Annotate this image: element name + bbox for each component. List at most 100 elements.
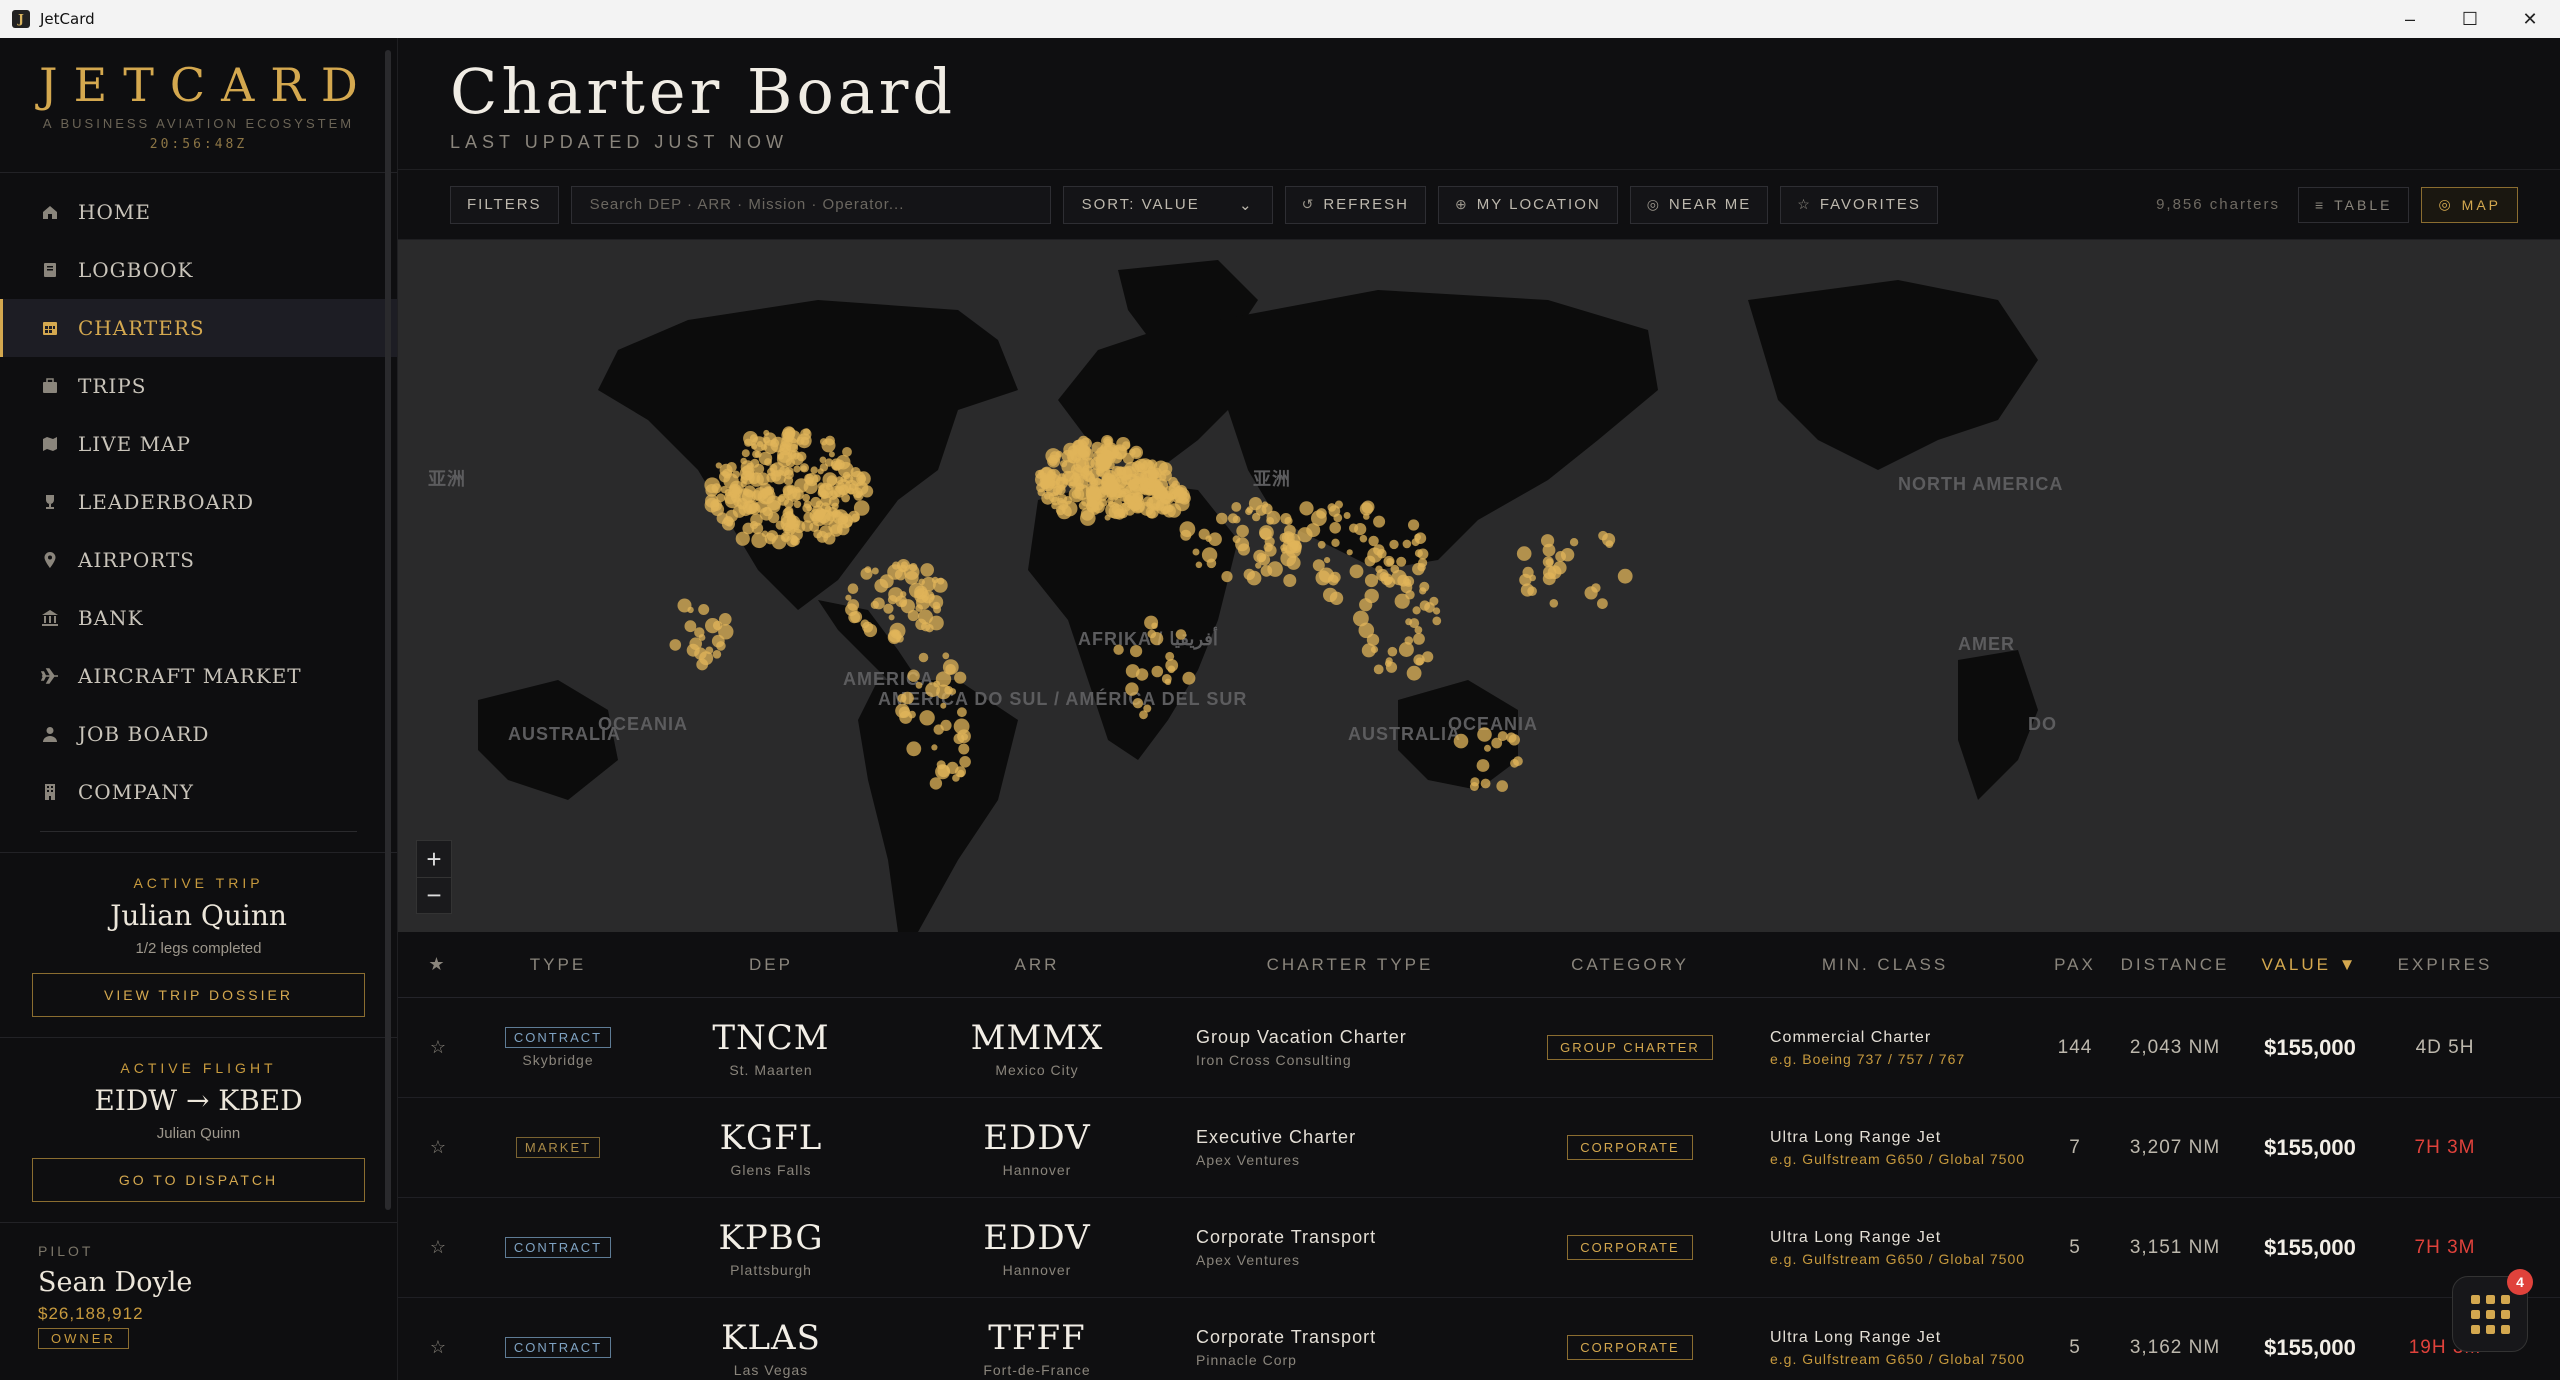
charter-marker[interactable]: [1299, 501, 1314, 516]
sort-select[interactable]: SORT: VALUE ⌄: [1062, 185, 1273, 224]
charter-marker[interactable]: [1195, 561, 1203, 569]
charter-marker[interactable]: [952, 774, 960, 782]
charter-marker[interactable]: [845, 594, 852, 601]
charter-marker[interactable]: [1180, 529, 1192, 541]
table-row[interactable]: ☆ CONTRACT Skybridge TNCM St. Maarten MMMX…: [398, 998, 2560, 1098]
charter-marker[interactable]: [1084, 457, 1095, 469]
charter-marker[interactable]: [802, 493, 810, 502]
charter-marker[interactable]: [1175, 484, 1188, 497]
nav-leaderboard[interactable]: LEADERBOARD: [0, 473, 397, 531]
charter-marker[interactable]: [1353, 610, 1369, 627]
charter-marker[interactable]: [1151, 665, 1164, 678]
charter-marker[interactable]: [799, 463, 809, 473]
charter-marker[interactable]: [726, 462, 737, 473]
charter-marker[interactable]: [793, 500, 802, 509]
charter-marker[interactable]: [1323, 587, 1338, 603]
charter-marker[interactable]: [1386, 558, 1394, 566]
charter-marker[interactable]: [907, 669, 920, 682]
charter-marker[interactable]: [1297, 527, 1313, 543]
charter-marker[interactable]: [958, 743, 970, 755]
charter-marker[interactable]: [891, 561, 901, 570]
map-view-button[interactable]: ◎ MAP: [2421, 186, 2518, 223]
charter-marker[interactable]: [897, 693, 907, 703]
charter-marker[interactable]: [1261, 503, 1273, 515]
charter-marker[interactable]: [1051, 502, 1059, 510]
charter-marker[interactable]: [860, 567, 873, 580]
charter-marker[interactable]: [1324, 557, 1331, 564]
nav-aircraft-market[interactable]: AIRCRAFT MARKET: [0, 647, 397, 705]
favorite-star-icon[interactable]: ☆: [398, 1337, 478, 1358]
charter-marker[interactable]: [861, 485, 874, 498]
charter-marker[interactable]: [1543, 565, 1557, 580]
charter-marker[interactable]: [887, 630, 901, 644]
near-me-button[interactable]: ◎ NEAR ME: [1629, 185, 1769, 224]
nav-charters[interactable]: CHARTERS: [0, 299, 397, 357]
charter-marker[interactable]: [1476, 759, 1490, 772]
charter-marker[interactable]: [718, 624, 734, 640]
charter-marker[interactable]: [1130, 645, 1143, 658]
charter-marker[interactable]: [1279, 532, 1290, 543]
zoom-out-button[interactable]: −: [417, 877, 451, 913]
charter-marker[interactable]: [1375, 565, 1383, 573]
charter-marker[interactable]: [1182, 671, 1196, 685]
charter-marker[interactable]: [696, 658, 709, 671]
charter-marker[interactable]: [719, 471, 731, 483]
charter-marker[interactable]: [1349, 564, 1364, 579]
charter-marker[interactable]: [777, 453, 784, 460]
charter-marker[interactable]: [1175, 629, 1187, 640]
charter-marker[interactable]: [1281, 547, 1288, 554]
charter-marker[interactable]: [1368, 535, 1379, 547]
charter-marker[interactable]: [957, 707, 967, 718]
charter-marker[interactable]: [925, 624, 934, 633]
charter-marker[interactable]: [929, 777, 943, 790]
charter-marker[interactable]: [793, 465, 801, 473]
charter-marker[interactable]: [900, 591, 907, 598]
charter-marker[interactable]: [1361, 500, 1375, 514]
minimize-button[interactable]: –: [2380, 0, 2440, 38]
charter-marker[interactable]: [953, 733, 965, 745]
charter-marker[interactable]: [894, 569, 907, 581]
charter-marker[interactable]: [1480, 778, 1491, 789]
charter-marker[interactable]: [1192, 548, 1200, 556]
charter-marker[interactable]: [1103, 469, 1117, 483]
nav-job-board[interactable]: JOB BOARD: [0, 705, 397, 763]
charter-marker[interactable]: [888, 614, 895, 621]
charter-marker[interactable]: [1429, 596, 1439, 606]
charter-marker[interactable]: [1080, 437, 1092, 450]
charter-marker[interactable]: [766, 530, 779, 542]
charter-marker[interactable]: [1419, 587, 1427, 595]
nav-airports[interactable]: AIRPORTS: [0, 531, 397, 589]
charter-marker[interactable]: [1591, 583, 1601, 593]
charter-map[interactable]: 亚洲 亚洲 AMERICA AFRIKA / أفريقيا AMERICA DO SU…: [398, 240, 2560, 932]
charter-marker[interactable]: [698, 604, 710, 615]
charter-marker[interactable]: [1311, 510, 1327, 527]
charter-marker[interactable]: [1100, 486, 1110, 495]
charter-marker[interactable]: [1147, 469, 1158, 480]
charter-marker[interactable]: [1508, 734, 1521, 746]
charter-marker[interactable]: [828, 451, 835, 458]
charter-marker[interactable]: [1035, 472, 1050, 487]
charter-marker[interactable]: [1264, 544, 1277, 557]
charter-marker[interactable]: [1605, 540, 1614, 548]
charter-marker[interactable]: [1151, 622, 1158, 629]
charter-marker[interactable]: [1432, 616, 1442, 626]
charter-marker[interactable]: [933, 724, 944, 735]
charter-marker[interactable]: [742, 489, 749, 496]
charter-marker[interactable]: [847, 583, 859, 594]
charter-marker[interactable]: [1283, 574, 1297, 587]
charter-marker[interactable]: [895, 703, 910, 718]
charter-marker[interactable]: [1152, 488, 1162, 498]
charter-marker[interactable]: [1045, 448, 1061, 464]
charter-marker[interactable]: [900, 561, 909, 569]
charter-marker[interactable]: [753, 463, 765, 475]
charter-marker[interactable]: [1367, 547, 1383, 563]
charter-marker[interactable]: [838, 461, 854, 478]
search-input[interactable]: Search DEP · ARR · Mission · Operator...: [570, 185, 1051, 224]
charter-marker[interactable]: [848, 611, 861, 624]
charter-marker[interactable]: [748, 502, 761, 515]
charter-marker[interactable]: [781, 533, 790, 541]
charter-marker[interactable]: [833, 486, 846, 498]
charter-marker[interactable]: [918, 652, 929, 663]
charter-marker[interactable]: [821, 438, 836, 453]
charter-marker[interactable]: [919, 710, 935, 726]
